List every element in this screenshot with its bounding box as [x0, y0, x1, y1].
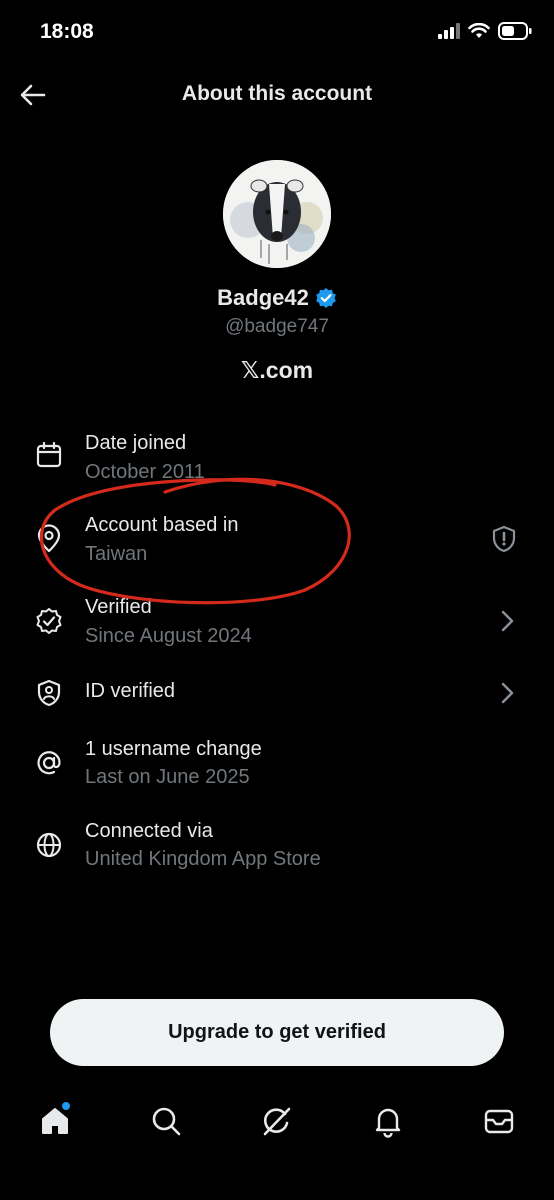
upgrade-button[interactable]: Upgrade to get verified [50, 999, 504, 1066]
tab-home[interactable] [38, 1102, 72, 1138]
info-title: ID verified [85, 680, 176, 702]
id-shield-icon [37, 679, 61, 707]
verified-check-icon [316, 288, 336, 308]
tab-messages[interactable] [482, 1104, 516, 1138]
chevron-right-icon [501, 682, 514, 704]
at-sign-icon [37, 751, 61, 775]
wifi-icon [468, 23, 490, 38]
verified-badge-icon [36, 608, 62, 634]
info-subtitle: Since August 2024 [85, 625, 252, 647]
search-icon [152, 1107, 181, 1136]
display-name: Badge42 [217, 285, 309, 310]
info-row-date-joined: Date joined October 2011 [0, 420, 554, 490]
platform-label: 𝕏.com [240, 357, 314, 383]
calendar-icon [36, 441, 62, 468]
info-row-username-change: 1 username change Last on June 2025 [0, 736, 554, 806]
info-subtitle: Last on June 2025 [85, 766, 250, 788]
info-title: Date joined [85, 432, 187, 454]
chevron-right-icon [501, 610, 514, 632]
status-time: 18:08 [40, 20, 94, 43]
tab-notifications[interactable] [371, 1104, 405, 1138]
status-bar: 18:08 [0, 0, 554, 66]
home-notification-dot [62, 1102, 70, 1110]
header: About this account [0, 66, 554, 122]
globe-icon [36, 832, 62, 858]
info-title: 1 username change [85, 738, 262, 760]
status-icons [438, 22, 532, 40]
info-row-connected-via: Connected via United Kingdom App Store [0, 818, 554, 888]
info-row-verified[interactable]: Verified Since August 2024 [0, 584, 554, 654]
tab-search[interactable] [149, 1104, 183, 1138]
cellular-signal-icon [438, 23, 460, 39]
info-subtitle: United Kingdom App Store [85, 848, 321, 870]
info-title: Account based in [85, 514, 239, 536]
info-title: Connected via [85, 820, 213, 842]
bottom-tab-bar [0, 1090, 554, 1160]
avatar[interactable] [223, 160, 331, 268]
shield-alert-icon[interactable] [489, 524, 519, 554]
name-row: Badge42 [0, 285, 554, 311]
info-subtitle: October 2011 [85, 461, 205, 483]
grok-icon [263, 1107, 291, 1136]
location-pin-icon [37, 524, 61, 553]
info-row-account-based-in: Account based in Taiwan [0, 502, 554, 572]
info-title: Verified [85, 596, 152, 618]
battery-icon [498, 22, 532, 40]
page-title: About this account [181, 82, 373, 105]
info-subtitle: Taiwan [85, 543, 148, 565]
notifications-icon [375, 1108, 401, 1138]
info-row-id-verified[interactable]: ID verified [0, 666, 554, 722]
handle: @badge747 [225, 316, 329, 337]
badger-avatar-image [223, 160, 331, 268]
messages-icon [484, 1109, 514, 1134]
tab-grok[interactable] [260, 1104, 294, 1138]
